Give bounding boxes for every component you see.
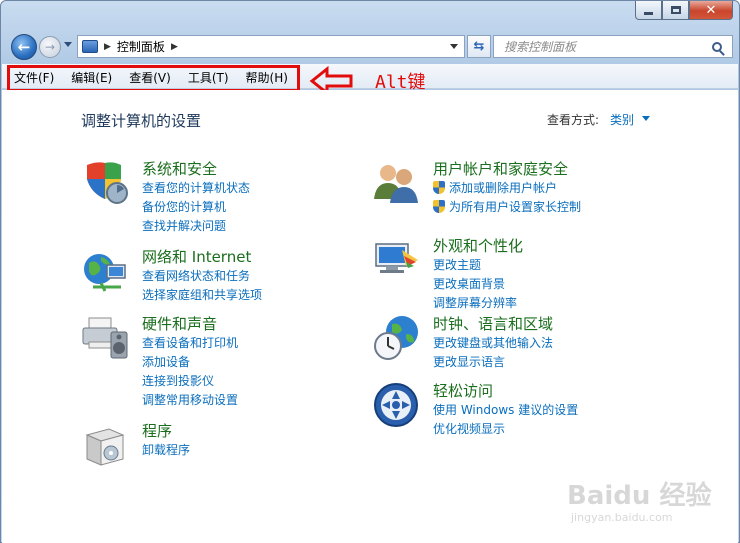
- refresh-button[interactable]: ⇆: [467, 35, 491, 58]
- category-title[interactable]: 系统和安全: [142, 158, 217, 179]
- uac-shield-icon: [433, 181, 445, 194]
- printer-speaker-icon[interactable]: [81, 314, 129, 362]
- appearance-monitor-icon[interactable]: [372, 236, 420, 284]
- link-windows-recommended[interactable]: 使用 Windows 建议的设置: [433, 401, 578, 420]
- clock-globe-icon[interactable]: [372, 314, 420, 362]
- link-connect-projector[interactable]: 连接到投影仪: [142, 372, 238, 391]
- category-links: 查看设备和打印机 添加设备 连接到投影仪 调整常用移动设置: [142, 334, 238, 410]
- minimize-button[interactable]: [635, 1, 662, 20]
- forward-arrow-icon: →: [44, 40, 56, 54]
- link-display-language[interactable]: 更改显示语言: [433, 353, 553, 372]
- category-title[interactable]: 程序: [142, 420, 172, 441]
- category-title[interactable]: 用户帐户和家庭安全: [433, 158, 568, 179]
- view-by-label: 查看方式:: [547, 113, 600, 127]
- category-links: 查看您的计算机状态 备份您的计算机 查找并解决问题: [142, 179, 250, 236]
- category-links: 使用 Windows 建议的设置 优化视频显示: [433, 401, 578, 439]
- breadcrumb-control-panel[interactable]: 控制面板: [117, 38, 165, 55]
- category-title[interactable]: 外观和个性化: [433, 235, 523, 256]
- breadcrumb-chevron-icon[interactable]: ▶: [104, 42, 111, 52]
- category-links: 更改键盘或其他输入法 更改显示语言: [433, 334, 553, 372]
- maximize-icon: [670, 6, 681, 14]
- link-optimize-video[interactable]: 优化视频显示: [433, 420, 578, 439]
- link-add-remove-accounts[interactable]: 添加或删除用户帐户: [433, 179, 581, 198]
- view-by-dropdown-icon[interactable]: [642, 116, 650, 121]
- link-keyboard-input[interactable]: 更改键盘或其他输入法: [433, 334, 553, 353]
- baidu-watermark: Baidu 经验 jingyan.baidu.com: [567, 475, 737, 535]
- security-shield-icon[interactable]: [81, 159, 129, 207]
- address-dropdown-icon[interactable]: [450, 44, 458, 49]
- search-input[interactable]: 搜索控制面板: [504, 38, 712, 55]
- link-troubleshoot[interactable]: 查找并解决问题: [142, 217, 250, 236]
- caption-buttons: ✕: [635, 1, 733, 20]
- close-button[interactable]: ✕: [689, 1, 733, 20]
- category-title[interactable]: 网络和 Internet: [142, 246, 251, 267]
- category-title[interactable]: 时钟、语言和区域: [433, 313, 553, 334]
- back-button[interactable]: ←: [11, 34, 37, 60]
- navigation-row: ← → ▶ 控制面板 ▶ ⇆ 搜索控制面板: [9, 32, 733, 62]
- menu-highlight-box: [7, 65, 300, 92]
- link-homegroup-sharing[interactable]: 选择家庭组和共享选项: [142, 286, 262, 305]
- back-arrow-icon: ←: [17, 38, 31, 56]
- minimize-icon: [644, 11, 653, 15]
- window-frame: ✕ ← → ▶ 控制面板 ▶ ⇆ 搜索控制面板 文件(F) 编辑(E) 查看(V…: [0, 0, 740, 543]
- recent-pages-dropdown-icon[interactable]: [64, 42, 72, 47]
- search-box[interactable]: 搜索控制面板: [493, 35, 733, 58]
- link-network-status[interactable]: 查看网络状态和任务: [142, 267, 262, 286]
- menu-bar: 文件(F) 编辑(E) 查看(V) 工具(T) 帮助(H) Alt键: [2, 64, 738, 96]
- programs-box-icon[interactable]: [81, 421, 129, 469]
- link-change-theme[interactable]: 更改主题: [433, 256, 517, 275]
- maximize-button[interactable]: [662, 1, 689, 20]
- ease-of-access-icon[interactable]: [372, 381, 420, 429]
- breadcrumb-chevron-icon[interactable]: ▶: [171, 42, 178, 52]
- watermark-text: Baidu 经验: [567, 481, 712, 511]
- forward-button[interactable]: →: [39, 36, 61, 58]
- user-accounts-icon[interactable]: [372, 159, 420, 207]
- category-links: 查看网络状态和任务 选择家庭组和共享选项: [142, 267, 262, 305]
- uac-shield-icon: [433, 200, 445, 213]
- link-add-device[interactable]: 添加设备: [142, 353, 238, 372]
- content-pane: 调整计算机的设置 查看方式: 类别 系统和安全 查看您的计算机状态 备份您的计算…: [2, 90, 738, 543]
- link-devices-printers[interactable]: 查看设备和打印机: [142, 334, 238, 353]
- category-title[interactable]: 硬件和声音: [142, 313, 217, 334]
- view-by-dropdown[interactable]: 类别: [610, 111, 634, 128]
- category-links: 添加或删除用户帐户 为所有用户设置家长控制: [433, 179, 581, 217]
- control-panel-icon: [82, 40, 98, 53]
- network-globe-icon[interactable]: [81, 247, 129, 295]
- link-backup-computer[interactable]: 备份您的计算机: [142, 198, 250, 217]
- link-parental-controls[interactable]: 为所有用户设置家长控制: [433, 198, 581, 217]
- address-bar[interactable]: ▶ 控制面板 ▶: [77, 35, 465, 58]
- link-view-computer-status[interactable]: 查看您的计算机状态: [142, 179, 250, 198]
- link-text[interactable]: 为所有用户设置家长控制: [449, 200, 581, 214]
- link-mobility-settings[interactable]: 调整常用移动设置: [142, 391, 238, 410]
- close-icon: ✕: [705, 2, 717, 18]
- category-title[interactable]: 轻松访问: [433, 380, 493, 401]
- search-icon[interactable]: [712, 41, 722, 52]
- category-links: 更改主题 更改桌面背景 调整屏幕分辨率: [433, 256, 517, 313]
- link-desktop-background[interactable]: 更改桌面背景: [433, 275, 517, 294]
- link-uninstall-program[interactable]: 卸载程序: [142, 441, 190, 460]
- watermark-url: jingyan.baidu.com: [571, 511, 673, 524]
- category-links: 卸载程序: [142, 441, 190, 460]
- link-text[interactable]: 添加或删除用户帐户: [449, 181, 557, 195]
- refresh-icon: ⇆: [473, 39, 485, 54]
- link-screen-resolution[interactable]: 调整屏幕分辨率: [433, 294, 517, 313]
- page-title: 调整计算机的设置: [81, 112, 202, 130]
